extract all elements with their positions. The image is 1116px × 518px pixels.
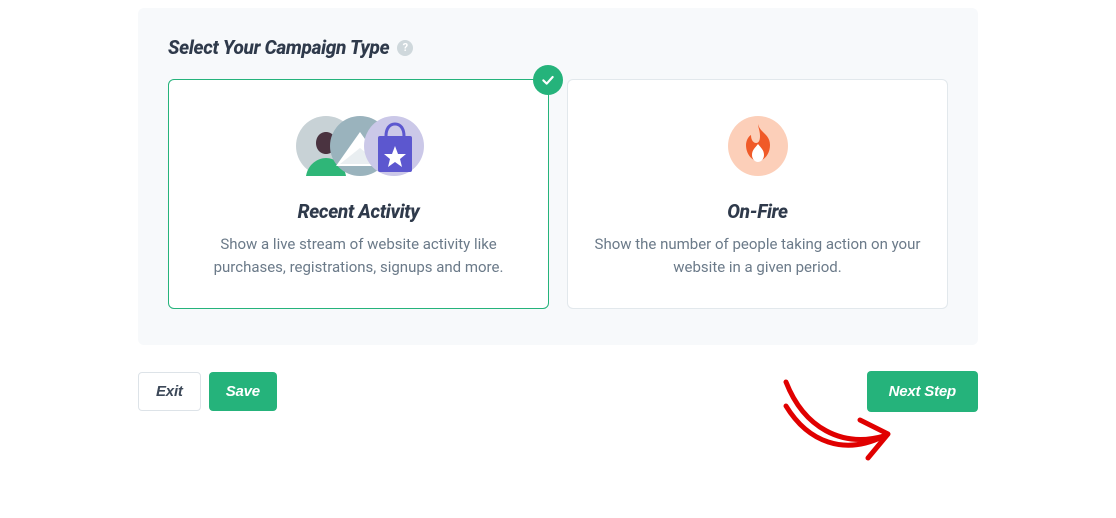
footer-left-group: Exit Save bbox=[138, 372, 277, 411]
campaign-type-cards: Recent Activity Show a live stream of we… bbox=[168, 79, 948, 309]
help-icon[interactable]: ? bbox=[397, 40, 413, 56]
next-step-button[interactable]: Next Step bbox=[867, 371, 978, 412]
recent-activity-icon bbox=[191, 110, 526, 182]
card-title: On-Fire bbox=[590, 200, 925, 223]
panel-header: Select Your Campaign Type ? bbox=[168, 36, 948, 59]
card-recent-activity[interactable]: Recent Activity Show a live stream of we… bbox=[168, 79, 549, 309]
card-title: Recent Activity bbox=[191, 200, 526, 223]
campaign-type-panel: Select Your Campaign Type ? bbox=[138, 8, 978, 345]
on-fire-icon bbox=[590, 110, 925, 182]
exit-button[interactable]: Exit bbox=[138, 372, 201, 411]
panel-title: Select Your Campaign Type bbox=[168, 36, 389, 59]
selected-check-icon bbox=[533, 65, 563, 95]
save-button[interactable]: Save bbox=[209, 372, 277, 411]
card-on-fire[interactable]: On-Fire Show the number of people taking… bbox=[567, 79, 948, 309]
footer-bar: Exit Save Next Step bbox=[138, 371, 978, 412]
card-description: Show the number of people taking action … bbox=[590, 233, 925, 280]
page-container: Select Your Campaign Type ? bbox=[8, 8, 1108, 412]
card-description: Show a live stream of website activity l… bbox=[191, 233, 526, 280]
